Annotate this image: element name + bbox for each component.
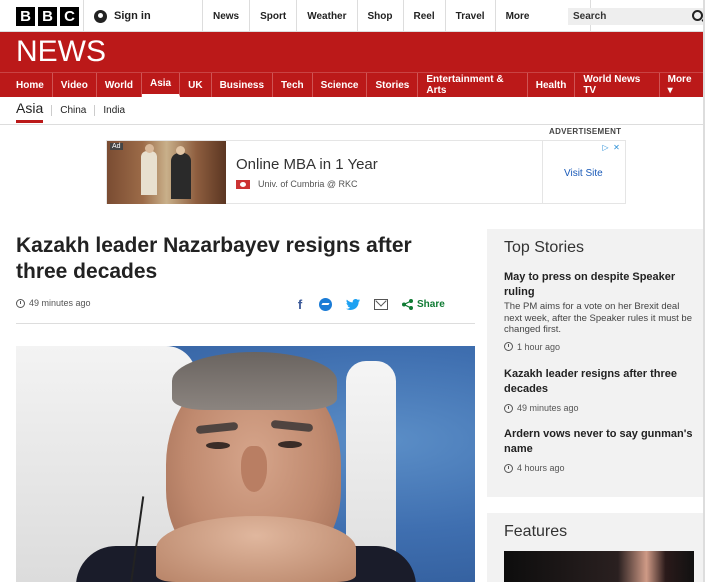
top-stories-panel: Top Stories May to press on despite Spea…: [487, 229, 705, 497]
nav-uk[interactable]: UK: [180, 73, 212, 97]
sign-in-button[interactable]: Sign in: [83, 0, 203, 32]
clasped-hands: [156, 516, 356, 582]
topnav-travel[interactable]: Travel: [444, 0, 495, 32]
story-timestamp: 1 hour ago: [504, 342, 694, 352]
nav-more[interactable]: More ▾: [660, 73, 705, 97]
advert-divider: [542, 141, 543, 204]
share-icon: [402, 299, 413, 310]
nav-business[interactable]: Business: [212, 73, 274, 97]
story-time: 4 hours ago: [517, 463, 565, 473]
nav-world-news-tv[interactable]: World News TV: [575, 73, 660, 97]
nose: [241, 446, 267, 492]
clock-icon: [504, 463, 513, 473]
nav-health[interactable]: Health: [528, 73, 576, 97]
nav-home[interactable]: Home: [0, 73, 53, 97]
top-nav: News Sport Weather Shop Reel Travel More…: [202, 0, 591, 32]
clock-icon: [16, 298, 25, 308]
email-icon[interactable]: [374, 299, 388, 310]
share-label: Share: [417, 299, 445, 310]
share-tools: f Share: [295, 297, 445, 312]
nav-video[interactable]: Video: [53, 73, 97, 97]
article-divider: [16, 323, 475, 324]
story-timestamp: 4 hours ago: [504, 463, 694, 473]
story-time: 1 hour ago: [517, 341, 561, 352]
story-title[interactable]: Ardern vows never to say gunman's name: [504, 427, 694, 457]
nav-stories[interactable]: Stories: [367, 73, 419, 97]
story-title[interactable]: May to press on despite Speaker ruling: [504, 270, 694, 300]
bbc-top-bar: B B C Sign in News Sport Weather Shop Re…: [0, 0, 705, 32]
topnav-news[interactable]: News: [202, 0, 249, 32]
top-stories-title: Top Stories: [504, 239, 585, 256]
nav-science[interactable]: Science: [313, 73, 368, 97]
subnav-china[interactable]: China: [51, 105, 94, 116]
story-summary: The PM aims for a vote on her Brexit dea…: [504, 301, 692, 335]
subnav-india[interactable]: India: [94, 105, 133, 116]
left-eye: [206, 442, 230, 449]
article-photo: [16, 346, 475, 582]
logo-letter-c: C: [60, 7, 79, 26]
nav-world[interactable]: World: [97, 73, 142, 97]
topnav-weather[interactable]: Weather: [296, 0, 356, 32]
story-timestamp: 49 minutes ago: [504, 403, 694, 413]
search-icon[interactable]: [692, 10, 703, 21]
sign-in-label: Sign in: [114, 10, 151, 22]
subnav-asia[interactable]: Asia: [16, 99, 44, 123]
advert-image[interactable]: Ad: [107, 141, 226, 204]
sub-nav: Asia China India: [0, 97, 705, 125]
advertisement-label: ADVERTISEMENT: [549, 127, 622, 136]
feature-image[interactable]: [504, 551, 694, 582]
share-button[interactable]: Share: [402, 299, 445, 310]
features-panel: Features: [487, 513, 705, 582]
topnav-shop[interactable]: Shop: [356, 0, 403, 32]
topnav-sport[interactable]: Sport: [249, 0, 296, 32]
features-title: Features: [504, 523, 568, 540]
logo-letter-b2: B: [38, 7, 57, 26]
logo-letter-b1: B: [16, 7, 35, 26]
story-title[interactable]: Kazakh leader resigns after three decade…: [504, 367, 694, 397]
topnav-more-label: More: [505, 10, 530, 22]
news-banner: NEWS: [0, 32, 705, 72]
nav-asia[interactable]: Asia: [142, 73, 181, 97]
top-story-item[interactable]: May to press on despite Speaker ruling T…: [504, 270, 694, 352]
facebook-icon[interactable]: f: [295, 297, 305, 312]
search-input[interactable]: Search: [568, 8, 705, 25]
close-icon[interactable]: ✕: [612, 143, 621, 152]
top-story-item[interactable]: Kazakh leader resigns after three decade…: [504, 367, 694, 413]
official-head: [176, 146, 185, 155]
user-icon: [94, 9, 107, 23]
article-timestamp: 49 minutes ago: [16, 298, 91, 308]
story-time: 49 minutes ago: [517, 403, 579, 413]
bbc-logo[interactable]: B B C: [16, 7, 79, 26]
news-title[interactable]: NEWS: [16, 35, 106, 69]
official-figure: [171, 153, 191, 199]
advert-title[interactable]: Online MBA in 1 Year: [236, 156, 378, 173]
nav-tech[interactable]: Tech: [273, 73, 313, 97]
hair: [172, 352, 337, 410]
adchoices-icon[interactable]: ▷: [601, 143, 610, 152]
clock-icon: [504, 342, 513, 351]
advert-banner[interactable]: Ad Online MBA in 1 Year Univ. of Cumbria…: [106, 140, 626, 204]
visit-site-link[interactable]: Visit Site: [564, 168, 603, 179]
search-placeholder: Search: [573, 11, 607, 22]
clock-icon: [504, 403, 513, 413]
graduate-head: [145, 144, 154, 153]
ad-badge: Ad: [110, 143, 123, 150]
adchoices-icons[interactable]: ▷ ✕: [601, 143, 621, 152]
topnav-reel[interactable]: Reel: [402, 0, 445, 32]
nav-entertainment-arts[interactable]: Entertainment & Arts: [418, 73, 528, 97]
top-story-item[interactable]: Ardern vows never to say gunman's name 4…: [504, 427, 694, 473]
advert-sponsor: Univ. of Cumbria @ RKC: [258, 179, 358, 189]
twitter-icon[interactable]: [346, 299, 360, 310]
sponsor-flag-icon: [236, 180, 250, 189]
messenger-icon[interactable]: [319, 298, 332, 311]
graduate-figure: [141, 151, 157, 195]
article-headline: Kazakh leader Nazarbayev resigns after t…: [16, 234, 412, 283]
article-time: 49 minutes ago: [29, 298, 91, 308]
right-eye: [278, 441, 302, 448]
main-nav: Home Video World Asia UK Business Tech S…: [0, 72, 705, 97]
